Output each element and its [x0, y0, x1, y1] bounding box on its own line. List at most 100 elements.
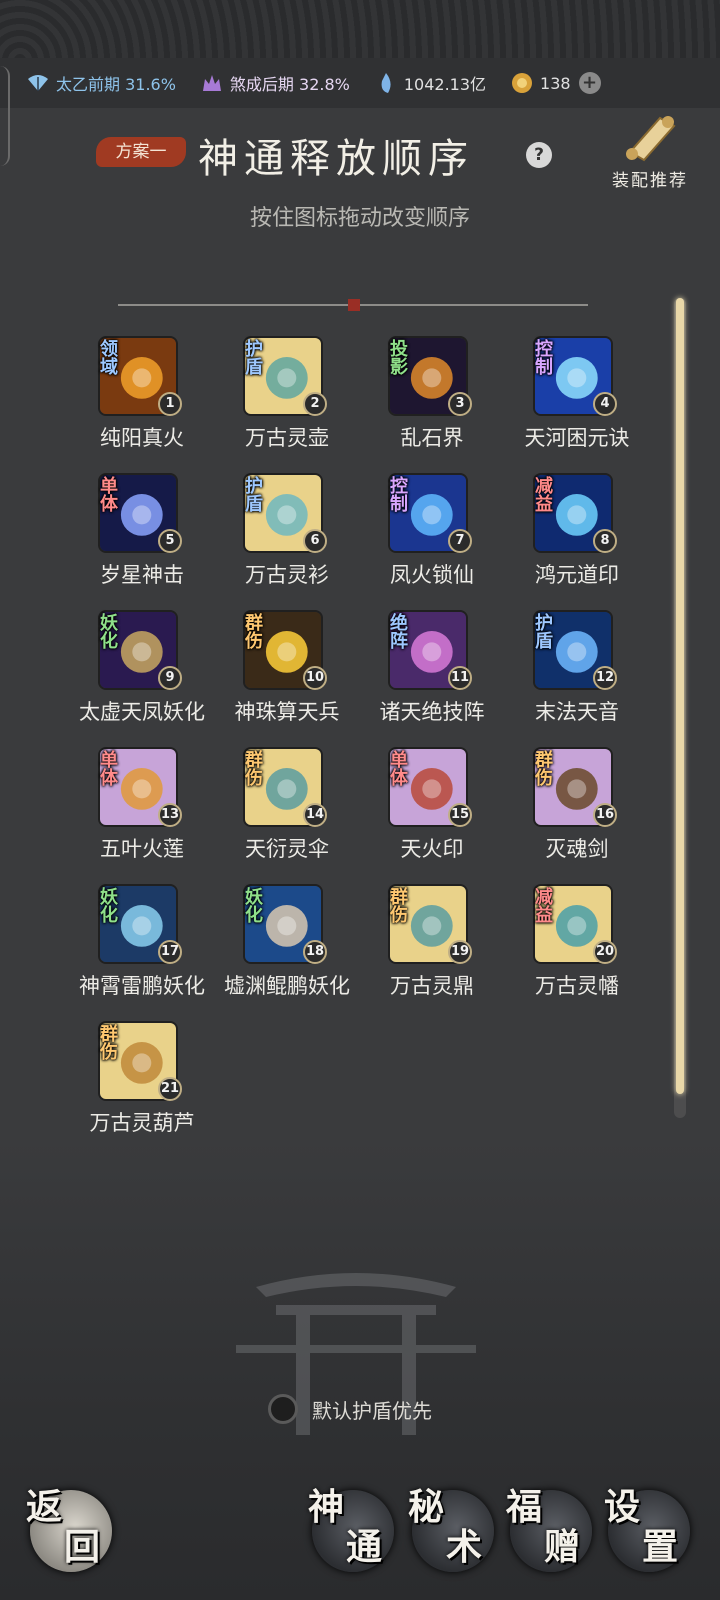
skill-item[interactable]: 群伤 14 天衍灵伞	[217, 741, 362, 881]
default-shield-toggle[interactable]: 默认护盾优先	[268, 1394, 432, 1424]
skill-order-number: 12	[593, 666, 617, 690]
skill-type-tag: 群伤	[242, 613, 263, 649]
skill-item[interactable]: 群伤 21 万古灵葫芦	[72, 1015, 217, 1140]
skill-type-tag: 投影	[387, 339, 408, 375]
skill-name: 万古灵葫芦	[89, 1111, 195, 1135]
spirit-stone-stat[interactable]: 1042.13亿	[374, 71, 486, 95]
shentong-char-2: 通	[346, 1526, 383, 1568]
skill-order-number: 18	[303, 940, 327, 964]
realm-stat-2-label: 煞成后期 32.8%	[229, 75, 350, 94]
spirit-stone-value: 1042.13亿	[403, 75, 487, 94]
skill-name: 五叶火莲	[100, 837, 184, 861]
back-button[interactable]: 返 回	[26, 1486, 112, 1572]
skill-name: 末法天音	[535, 700, 619, 724]
skill-name: 神霄雷鹏妖化	[79, 974, 205, 998]
skill-item[interactable]: 减益 8 鸿元道印	[507, 467, 652, 607]
skill-type-tag: 群伤	[387, 887, 408, 923]
skill-item[interactable]: 妖化 9 太虚天凤妖化	[72, 604, 217, 744]
add-gold-button[interactable]: +	[578, 72, 601, 94]
skill-type-tag: 领域	[97, 339, 118, 375]
plan-badge[interactable]: 方案一	[96, 137, 186, 167]
skill-order-number: 6	[303, 529, 327, 553]
skill-order-number: 15	[448, 803, 472, 827]
skill-order-number: 2	[303, 392, 327, 416]
skill-item[interactable]: 控制 4 天河困元诀	[507, 330, 652, 470]
skill-order-number: 3	[448, 392, 472, 416]
skill-order-number: 4	[593, 392, 617, 416]
skill-item[interactable]: 群伤 16 灭魂剑	[507, 741, 652, 881]
skill-item[interactable]: 群伤 10 神珠算天兵	[217, 604, 362, 744]
skill-type-tag: 单体	[387, 750, 408, 786]
spirit-stone-icon	[381, 73, 391, 93]
skill-order-number: 14	[303, 803, 327, 827]
gold-stat[interactable]: 138 +	[510, 71, 601, 95]
skill-name: 岁星神击	[100, 563, 184, 587]
skill-item[interactable]: 妖化 18 墟渊鲲鹏妖化	[217, 878, 362, 1018]
skill-item[interactable]: 领域 1 纯阳真火	[72, 330, 217, 470]
skill-name: 神珠算天兵	[234, 700, 340, 724]
top-decoration	[0, 0, 720, 58]
skill-order-number: 10	[303, 666, 327, 690]
skill-item[interactable]: 单体 13 五叶火莲	[72, 741, 217, 881]
fuzeng-button[interactable]: 福 赠	[506, 1486, 592, 1572]
skill-name: 天衍灵伞	[245, 837, 329, 861]
scrollbar-thumb[interactable]	[676, 298, 684, 1094]
shield-radio[interactable]	[268, 1394, 298, 1424]
settings-button[interactable]: 设 置	[604, 1486, 690, 1572]
mishu-button[interactable]: 秘 术	[408, 1486, 494, 1572]
crown-icon	[202, 75, 221, 91]
skill-type-tag: 群伤	[242, 750, 263, 786]
mishu-char-1: 秘	[408, 1486, 445, 1528]
skill-item[interactable]: 群伤 19 万古灵鼎	[362, 878, 507, 1018]
recommend-button[interactable]: 装配推荐	[600, 112, 700, 196]
skill-type-tag: 减益	[532, 476, 553, 512]
skill-item[interactable]: 单体 5 岁星神击	[72, 467, 217, 607]
back-char-1: 返	[26, 1486, 63, 1528]
skill-grid: 领域 1 纯阳真火 护盾 2 万古灵壶 投影 3 乱石界 控制 4 天河困元诀 单体 5 岁星神击 护盾 6 万古…	[72, 330, 652, 1140]
skill-order-number: 20	[593, 940, 617, 964]
skill-order-number: 11	[448, 666, 472, 690]
skill-order-number: 8	[593, 529, 617, 553]
help-button[interactable]: ?	[526, 142, 552, 168]
skill-name: 乱石界	[400, 426, 464, 450]
skill-item[interactable]: 妖化 17 神霄雷鹏妖化	[72, 878, 217, 1018]
skill-item[interactable]: 护盾 12 末法天音	[507, 604, 652, 744]
skill-type-tag: 单体	[97, 476, 118, 512]
skill-name: 天火印	[400, 837, 464, 861]
skill-type-tag: 单体	[97, 750, 118, 786]
skill-item[interactable]: 投影 3 乱石界	[362, 330, 507, 470]
realm-stat-2[interactable]: 煞成后期 32.8%	[200, 71, 350, 95]
skill-item[interactable]: 绝阵 11 诸天绝技阵	[362, 604, 507, 744]
settings-char-2: 置	[642, 1526, 679, 1568]
skill-name: 万古灵壶	[245, 426, 329, 450]
recommend-label: 装配推荐	[612, 171, 688, 191]
skill-item[interactable]: 减益 20 万古灵幡	[507, 878, 652, 1018]
skill-item[interactable]: 控制 7 凤火锁仙	[362, 467, 507, 607]
skill-type-tag: 群伤	[532, 750, 553, 786]
fuzeng-char-2: 赠	[544, 1526, 581, 1568]
gold-value: 138	[540, 73, 571, 93]
skill-name: 万古灵鼎	[390, 974, 474, 998]
divider-marker	[348, 299, 360, 311]
back-char-2: 回	[64, 1526, 101, 1568]
scroll-icon	[626, 116, 676, 162]
realm-stat-1[interactable]: 太乙前期 31.6%	[26, 71, 176, 95]
skill-type-tag: 妖化	[242, 887, 263, 923]
status-bar: 太乙前期 31.6% 煞成后期 32.8% 1042.13亿 138 +	[0, 58, 720, 108]
skill-order-number: 5	[158, 529, 182, 553]
skill-item[interactable]: 护盾 6 万古灵衫	[217, 467, 362, 607]
skill-order-number: 9	[158, 666, 182, 690]
skill-type-tag: 群伤	[97, 1024, 118, 1060]
skill-name: 鸿元道印	[535, 563, 619, 587]
skill-name: 太虚天凤妖化	[79, 700, 205, 724]
skill-item[interactable]: 单体 15 天火印	[362, 741, 507, 881]
shentong-button[interactable]: 神 通	[308, 1486, 394, 1572]
skill-name: 灭魂剑	[545, 837, 609, 861]
skill-type-tag: 护盾	[242, 339, 263, 375]
skill-order-number: 21	[158, 1077, 182, 1101]
skill-type-tag: 控制	[387, 476, 408, 512]
skill-item[interactable]: 护盾 2 万古灵壶	[217, 330, 362, 470]
shentong-char-1: 神	[308, 1486, 345, 1528]
settings-char-1: 设	[604, 1486, 641, 1528]
skill-order-number: 13	[158, 803, 182, 827]
